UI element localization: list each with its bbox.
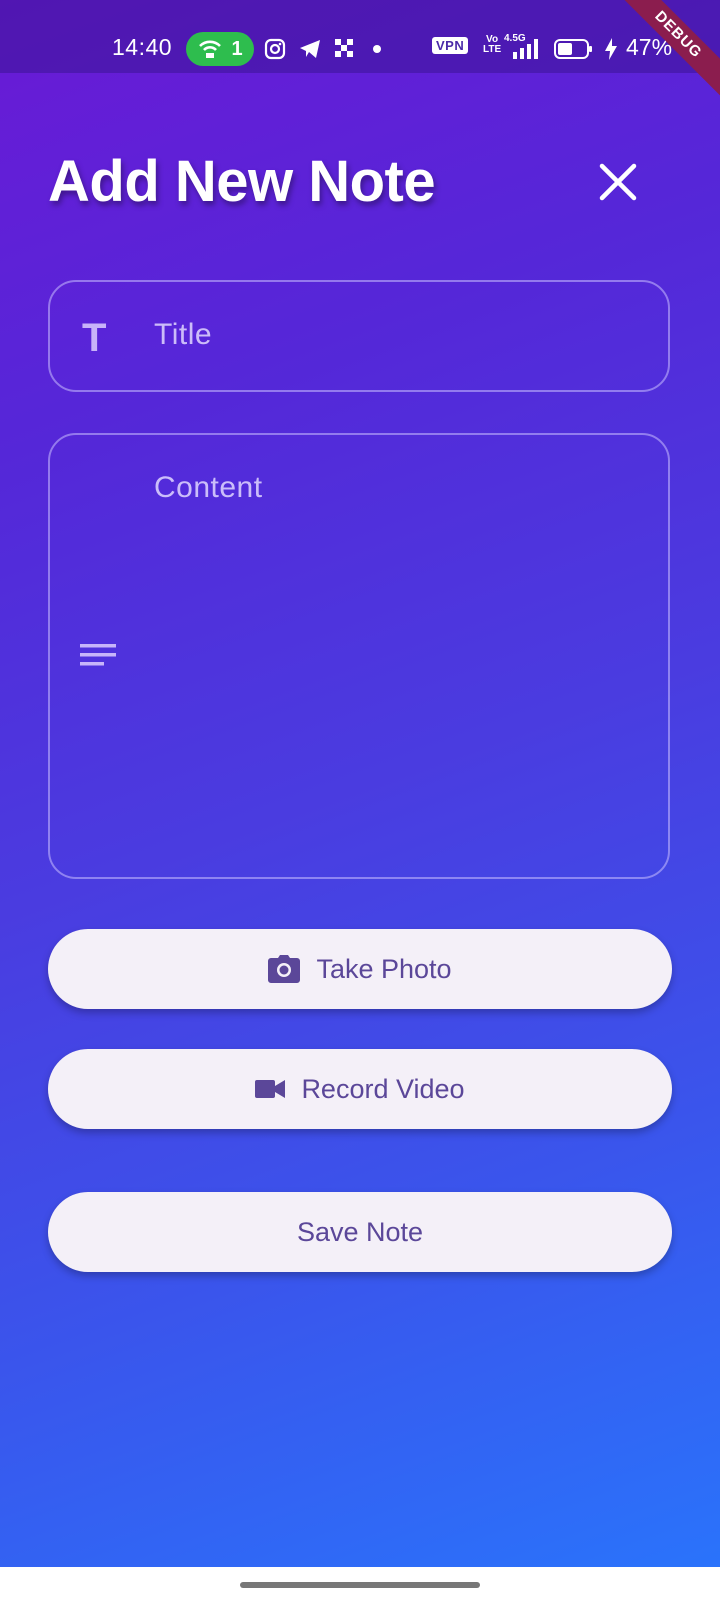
hotspot-icon (199, 40, 222, 58)
app-icon (335, 39, 353, 57)
vpn-badge: VPN (432, 37, 469, 54)
content-input[interactable]: Content (48, 433, 670, 879)
save-note-label: Save Note (296, 1216, 424, 1247)
instagram-icon (264, 38, 286, 60)
content-placeholder: Content (154, 471, 263, 504)
take-photo-button[interactable]: Take Photo (48, 929, 672, 1009)
status-bar: 14:40 1 VPN Vo LTE 4.5G 47% DEBUG (0, 0, 720, 101)
volte-indicator: Vo LTE (483, 34, 502, 55)
app-screen: 14:40 1 VPN Vo LTE 4.5G 47% DEBUG Add Ne… (0, 0, 720, 1567)
charging-icon (605, 38, 617, 60)
dot-icon (373, 45, 381, 53)
telegram-icon (300, 40, 320, 58)
notes-icon (80, 644, 116, 666)
video-camera-icon (255, 1080, 286, 1098)
record-video-button[interactable]: Record Video (48, 1049, 672, 1129)
record-video-label: Record Video (301, 1073, 465, 1104)
signal-icon (513, 39, 538, 59)
close-button[interactable] (596, 160, 640, 204)
camera-icon (268, 955, 301, 983)
navigation-handle[interactable] (240, 1582, 480, 1588)
title-input[interactable]: T Title (48, 280, 670, 392)
battery-icon (554, 39, 592, 59)
save-note-button[interactable]: Save Note (48, 1192, 672, 1272)
page-title: Add New Note (48, 149, 436, 214)
title-placeholder: Title (154, 318, 213, 351)
hotspot-indicator[interactable]: 1 (186, 32, 254, 66)
take-photo-label: Take Photo (316, 953, 452, 984)
title-icon: T (82, 316, 107, 360)
status-time: 14:40 (112, 34, 173, 60)
hotspot-count: 1 (231, 37, 243, 60)
close-icon (599, 163, 637, 201)
